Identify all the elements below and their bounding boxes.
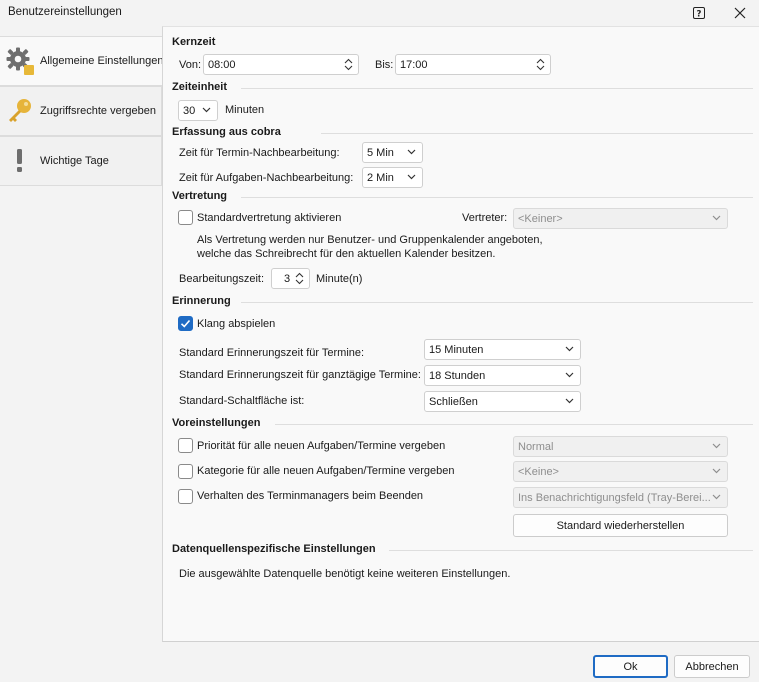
section-title-voreinstellungen: Voreinstellungen bbox=[172, 417, 261, 429]
termin-nachbearbeitung-value: 5 Min bbox=[367, 146, 394, 159]
sidebar-item-zugriffsrechte-vergeben[interactable]: Zugriffsrechte vergeben bbox=[0, 86, 162, 136]
close-icon bbox=[734, 7, 746, 19]
svg-text:?: ? bbox=[697, 9, 702, 19]
kategorie-checkbox[interactable] bbox=[178, 464, 193, 479]
vertreter-label: Vertreter: bbox=[462, 212, 508, 224]
prioritaet-dropdown[interactable]: Normal bbox=[513, 436, 728, 457]
verhalten-beenden-checkbox[interactable] bbox=[178, 489, 193, 504]
section-divider bbox=[241, 197, 753, 198]
chevron-down-icon bbox=[407, 174, 416, 180]
chevron-down-icon bbox=[712, 443, 721, 449]
vertretung-info-line1: Als Vertretung werden nur Benutzer- und … bbox=[197, 234, 543, 246]
section-title-vertretung: Vertretung bbox=[172, 190, 228, 202]
sidebar-item-label: Allgemeine Einstellungen bbox=[40, 55, 164, 67]
help-icon: ? bbox=[693, 7, 705, 19]
cancel-button[interactable]: Abbrechen bbox=[674, 655, 750, 678]
close-button[interactable] bbox=[731, 4, 749, 22]
ok-button[interactable]: Ok bbox=[593, 655, 668, 678]
standard-schaltflaeche-dropdown[interactable]: Schließen bbox=[424, 391, 581, 412]
erinnerungszeit-termine-label: Standard Erinnerungszeit für Termine: bbox=[179, 347, 365, 359]
chevron-down-icon bbox=[565, 346, 574, 352]
von-label: Von: bbox=[179, 59, 202, 71]
help-button[interactable]: ? bbox=[690, 4, 708, 22]
standard-schaltflaeche-label: Standard-Schaltfläche ist: bbox=[179, 395, 305, 407]
erinnerungszeit-ganztaegig-dropdown[interactable]: 18 Stunden bbox=[424, 365, 581, 386]
title-bar: Benutzereinstellungen ? bbox=[0, 0, 759, 26]
spinner-arrows-icon bbox=[344, 58, 353, 71]
key-icon bbox=[0, 91, 40, 131]
window-title: Benutzereinstellungen bbox=[8, 6, 122, 18]
section-divider bbox=[275, 424, 753, 425]
section-title-datenquelle: Datenquellenspezifische Einstellungen bbox=[172, 543, 376, 555]
vertreter-dropdown[interactable]: <Keiner> bbox=[513, 208, 728, 229]
von-time-input[interactable]: 08:00 bbox=[203, 54, 359, 75]
von-value: 08:00 bbox=[208, 58, 236, 71]
section-title-kernzeit: Kernzeit bbox=[172, 36, 216, 48]
prioritaet-value: Normal bbox=[518, 440, 554, 453]
standard-schaltflaeche-value: Schließen bbox=[429, 395, 478, 408]
bis-value: 17:00 bbox=[400, 58, 428, 71]
verhalten-beenden-value: Ins Benachrichtigungsfeld (Tray-Berei... bbox=[518, 491, 711, 504]
aufgaben-nachbearbeitung-value: 2 Min bbox=[367, 171, 394, 184]
klang-abspielen-checkbox[interactable] bbox=[178, 316, 193, 331]
bearbeitungszeit-label: Bearbeitungszeit: bbox=[179, 273, 264, 285]
bis-time-input[interactable]: 17:00 bbox=[395, 54, 551, 75]
settings-panel: Kernzeit Von: 08:00 Bis: 17:00 Zeiteinhe… bbox=[162, 26, 759, 642]
prioritaet-label: Priorität für alle neuen Aufgaben/Termin… bbox=[197, 440, 446, 452]
verhalten-beenden-label: Verhalten des Terminmanagers beim Beende… bbox=[197, 490, 424, 502]
section-title-erfassung: Erfassung aus cobra bbox=[172, 126, 281, 138]
kategorie-value: <Keine> bbox=[518, 465, 559, 478]
erinnerungszeit-ganztaegig-value: 18 Stunden bbox=[429, 369, 486, 382]
bearbeitungszeit-value: 3 bbox=[284, 272, 291, 285]
sidebar-item-label: Wichtige Tage bbox=[40, 155, 109, 167]
section-divider bbox=[241, 88, 753, 89]
kategorie-label: Kategorie für alle neuen Aufgaben/Termin… bbox=[197, 465, 455, 477]
termin-nachbearbeitung-label: Zeit für Termin-Nachbearbeitung: bbox=[179, 147, 340, 159]
vertreter-value: <Keiner> bbox=[518, 212, 563, 225]
chevron-down-icon bbox=[202, 107, 211, 113]
zeiteinheit-dropdown[interactable]: 30 bbox=[178, 100, 218, 121]
chevron-down-icon bbox=[712, 494, 721, 500]
vertretung-info-line2: welche das Schreibrecht für den aktuelle… bbox=[197, 248, 496, 260]
checkmark-icon bbox=[180, 319, 191, 328]
section-divider bbox=[241, 302, 753, 303]
bis-label: Bis: bbox=[375, 59, 394, 71]
zeiteinheit-unit: Minuten bbox=[225, 104, 265, 116]
verhalten-beenden-dropdown[interactable]: Ins Benachrichtigungsfeld (Tray-Berei... bbox=[513, 487, 728, 508]
standardvertretung-label: Standardvertretung aktivieren bbox=[197, 212, 342, 224]
chevron-down-icon bbox=[407, 149, 416, 155]
section-title-erinnerung: Erinnerung bbox=[172, 295, 231, 307]
aufgaben-nachbearbeitung-label: Zeit für Aufgaben-Nachbearbeitung: bbox=[179, 172, 354, 184]
kategorie-dropdown[interactable]: <Keine> bbox=[513, 461, 728, 482]
erinnerungszeit-ganztaegig-label: Standard Erinnerungszeit für ganztägige … bbox=[179, 369, 421, 381]
bearbeitungszeit-unit: Minute(n) bbox=[316, 273, 363, 285]
sidebar-item-label: Zugriffsrechte vergeben bbox=[40, 105, 156, 117]
termin-nachbearbeitung-dropdown[interactable]: 5 Min bbox=[362, 142, 423, 163]
klang-abspielen-label: Klang abspielen bbox=[197, 318, 276, 330]
standard-wiederherstellen-button[interactable]: Standard wiederherstellen bbox=[513, 514, 728, 537]
sidebar: Allgemeine Einstellungen Zugriffsrechte … bbox=[0, 33, 164, 642]
standardvertretung-checkbox[interactable] bbox=[178, 210, 193, 225]
erinnerungszeit-termine-dropdown[interactable]: 15 Minuten bbox=[424, 339, 581, 360]
section-title-zeiteinheit: Zeiteinheit bbox=[172, 81, 228, 93]
chevron-down-icon bbox=[565, 398, 574, 404]
spinner-arrows-icon bbox=[295, 272, 304, 285]
exclamation-icon bbox=[0, 141, 40, 181]
chevron-down-icon bbox=[712, 468, 721, 474]
erinnerungszeit-termine-value: 15 Minuten bbox=[429, 343, 484, 356]
bearbeitungszeit-spinner[interactable]: 3 bbox=[271, 268, 310, 289]
sidebar-item-allgemeine-einstellungen[interactable]: Allgemeine Einstellungen bbox=[0, 36, 164, 86]
sidebar-item-wichtige-tage[interactable]: Wichtige Tage bbox=[0, 136, 162, 186]
chevron-down-icon bbox=[565, 372, 574, 378]
zeiteinheit-value: 30 bbox=[183, 104, 196, 117]
section-divider bbox=[321, 133, 753, 134]
aufgaben-nachbearbeitung-dropdown[interactable]: 2 Min bbox=[362, 167, 423, 188]
chevron-down-icon bbox=[712, 215, 721, 221]
datenquelle-info-text: Die ausgewählte Datenquelle benötigt kei… bbox=[179, 568, 511, 580]
gear-icon bbox=[0, 41, 40, 81]
prioritaet-checkbox[interactable] bbox=[178, 438, 193, 453]
section-divider bbox=[389, 550, 753, 551]
spinner-arrows-icon bbox=[536, 58, 545, 71]
